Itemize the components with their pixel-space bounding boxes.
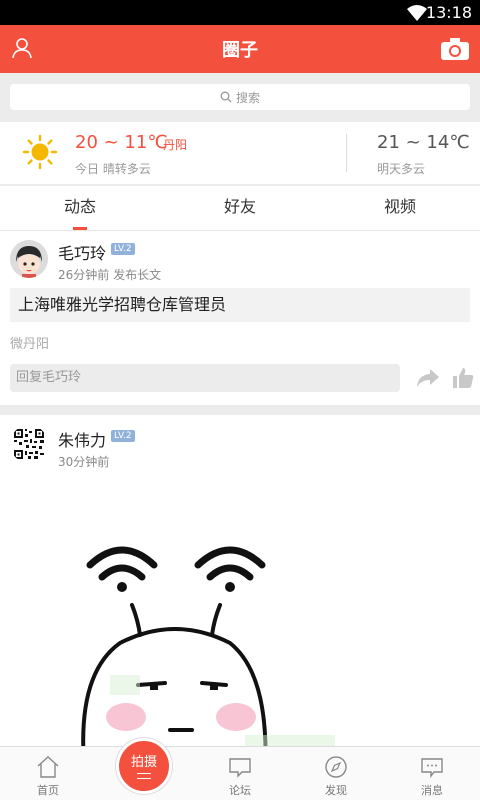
share-icon[interactable] [416, 367, 440, 389]
sun-icon [22, 134, 58, 170]
forum-icon [229, 758, 251, 778]
post-source: 微丹阳 [10, 337, 50, 352]
status-bar: 13:18 [0, 0, 480, 25]
meme-image[interactable] [30, 475, 450, 755]
nav-messages-label: 消息 [421, 784, 443, 797]
page-title: 圈子 [222, 40, 258, 61]
level-badge: LV.2 [111, 430, 135, 442]
search-bar: 搜索 [0, 73, 480, 121]
app-header: 圈子 [0, 25, 480, 73]
message-icon [421, 758, 443, 779]
post-title[interactable]: 上海唯雅光学招聘仓库管理员 [10, 288, 470, 322]
compass-icon [325, 756, 347, 778]
nav-messages[interactable]: 消息 [384, 747, 480, 800]
avatar[interactable] [10, 240, 48, 278]
menu-lines-icon [137, 773, 151, 779]
thumbs-up-icon[interactable] [452, 367, 474, 389]
post-meta: 26分钟前 发布长文 [58, 268, 162, 282]
nav-home[interactable]: 首页 [0, 747, 96, 800]
home-icon [37, 756, 59, 778]
tomorrow-weather-desc: 明天多云 [377, 162, 426, 176]
tab-bar: 动态 好友 视频 [0, 186, 480, 231]
tomorrow-temperature: 21 ~ 14℃ [377, 132, 470, 153]
nav-discover-label: 发现 [325, 784, 347, 797]
today-weather-desc: 今日 晴转多云 [75, 162, 151, 176]
wifi-icon [407, 5, 427, 21]
search-icon [220, 91, 232, 103]
shoot-button[interactable]: 拍摄 [116, 738, 172, 794]
level-badge: LV.2 [111, 243, 135, 255]
tab-friends[interactable]: 好友 [160, 186, 320, 230]
tab-videos[interactable]: 视频 [320, 186, 480, 230]
nav-forum[interactable]: 论坛 [192, 747, 288, 800]
nav-discover[interactable]: 发现 [288, 747, 384, 800]
weather-city: 丹阳 [163, 138, 188, 152]
weather-divider [346, 134, 347, 172]
weather-widget[interactable]: 20 ~ 11℃ 丹阳 今日 晴转多云 21 ~ 14℃ 明天多云 [0, 122, 480, 184]
nav-home-label: 首页 [37, 784, 59, 797]
avatar[interactable] [10, 425, 48, 463]
bottom-nav: 首页 论坛 发现 消息 [0, 746, 480, 800]
today-temperature: 20 ~ 11℃ [75, 132, 168, 153]
feed-post[interactable]: 毛巧玲 LV.2 26分钟前 发布长文 上海唯雅光学招聘仓库管理员 微丹阳 回复… [0, 231, 480, 405]
shoot-label: 拍摄 [130, 755, 157, 770]
feed-post[interactable]: 朱伟力 LV.2 30分钟前 [0, 415, 480, 755]
post-username[interactable]: 毛巧玲 [58, 240, 106, 264]
avatar-image [10, 240, 48, 278]
nav-forum-label: 论坛 [229, 784, 251, 797]
qr-avatar-image [10, 425, 48, 463]
camera-icon[interactable] [440, 37, 470, 61]
post-username[interactable]: 朱伟力 [58, 427, 106, 451]
status-time: 13:18 [425, 3, 472, 22]
post-meta: 30分钟前 [58, 455, 110, 469]
search-placeholder: 搜索 [235, 90, 260, 105]
search-input[interactable]: 搜索 [10, 84, 470, 110]
reply-input[interactable]: 回复毛巧玲 [10, 364, 400, 392]
tab-activity[interactable]: 动态 [0, 186, 160, 230]
